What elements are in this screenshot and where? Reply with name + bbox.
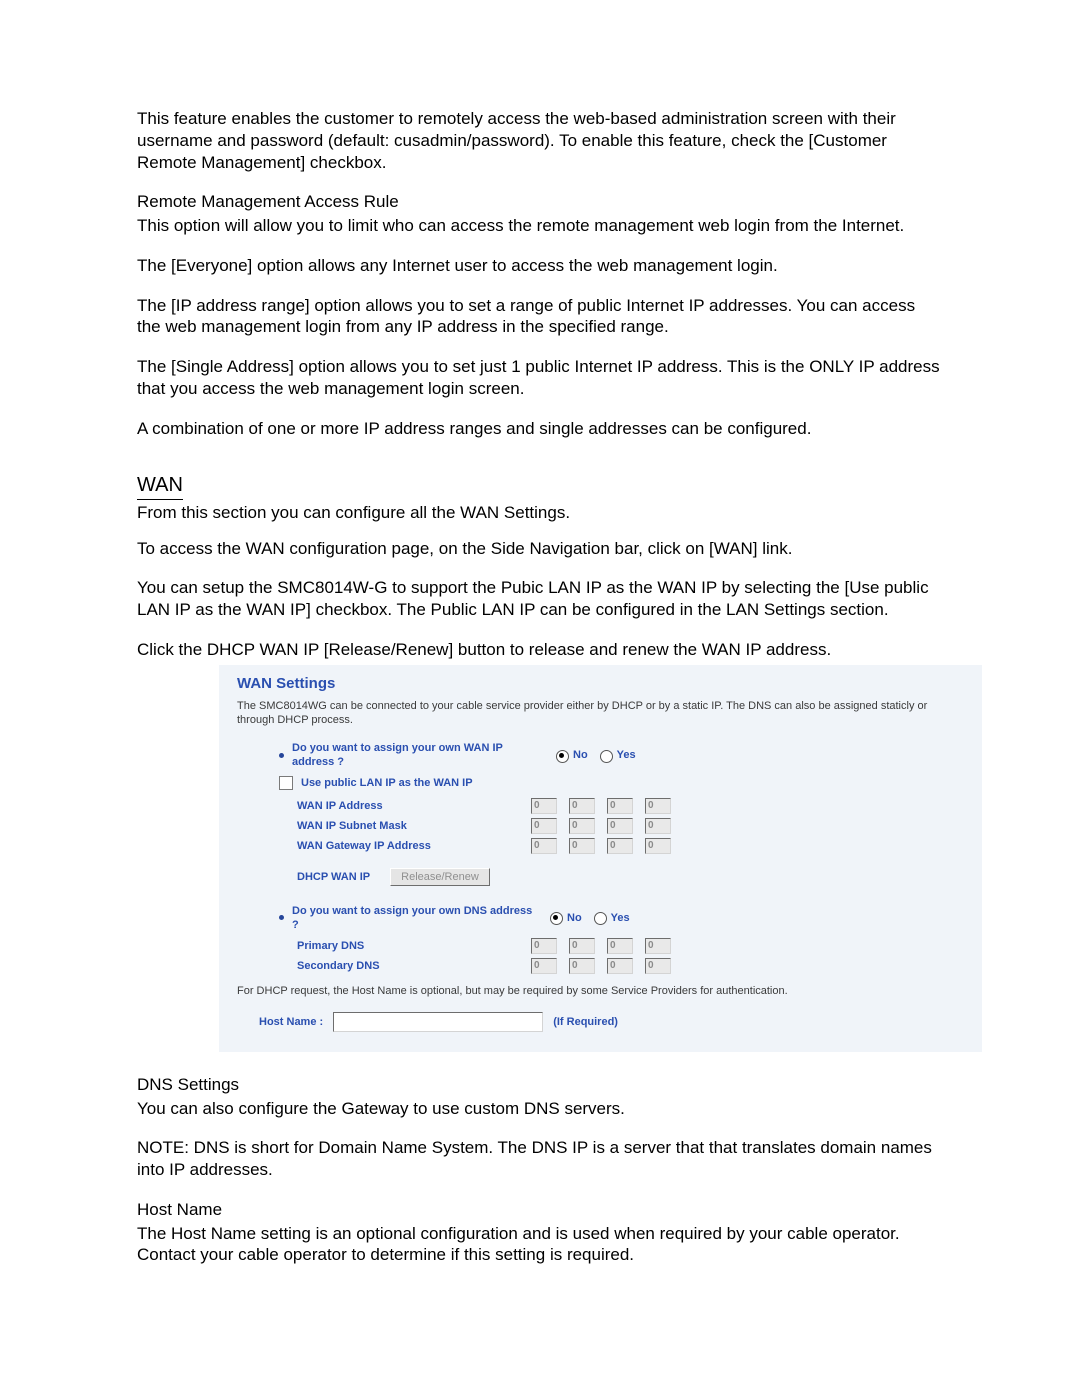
heading-remote-rule: Remote Management Access Rule [137,191,943,213]
radio-dns-no[interactable] [550,912,563,925]
wan-ip-octet-2[interactable]: 0 [569,798,595,814]
bullet-icon [279,915,284,920]
host-name-input[interactable] [333,1012,543,1032]
label-host-name: Host Name : [259,1015,323,1029]
question-assign-wan-ip: Do you want to assign your own WAN IP ad… [237,741,964,769]
label-wan-gateway: WAN Gateway IP Address [297,839,531,853]
sec-dns-octet-4[interactable]: 0 [645,958,671,974]
label-wan-subnet: WAN IP Subnet Mask [297,819,531,833]
pri-dns-octet-1[interactable]: 0 [531,938,557,954]
label-secondary-dns: Secondary DNS [297,959,531,973]
label-dhcp-wan-ip: DHCP WAN IP [297,870,370,884]
row-primary-dns: Primary DNS 0 0 0 0 [237,938,964,954]
row-use-public-lan: Use public LAN IP as the WAN IP [237,776,964,790]
wan-subnet-octet-1[interactable]: 0 [531,818,557,834]
panel-title: WAN Settings [237,674,964,693]
label-no: No [573,748,588,762]
label-if-required: (If Required) [553,1015,618,1029]
heading-host-name: Host Name [137,1199,943,1221]
pri-dns-octet-2[interactable]: 0 [569,938,595,954]
sec-dns-octet-2[interactable]: 0 [569,958,595,974]
radio-wan-no[interactable] [556,750,569,763]
paragraph-public-lan: You can setup the SMC8014W-G to support … [137,577,943,621]
row-wan-ip: WAN IP Address 0 0 0 0 [237,798,964,814]
paragraph-wan-nav: To access the WAN configuration page, on… [137,538,943,560]
radio-dns-yes[interactable] [594,912,607,925]
wan-subnet-octet-4[interactable]: 0 [645,818,671,834]
label-no: No [567,911,582,925]
label-yes: Yes [611,911,630,925]
row-dhcp-wan-ip: DHCP WAN IP Release/Renew [237,868,964,886]
label-yes: Yes [617,748,636,762]
row-wan-subnet: WAN IP Subnet Mask 0 0 0 0 [237,818,964,834]
wan-subnet-octet-3[interactable]: 0 [607,818,633,834]
release-renew-button[interactable]: Release/Renew [390,868,490,886]
page: This feature enables the customer to rem… [0,0,1080,1397]
row-secondary-dns: Secondary DNS 0 0 0 0 [237,958,964,974]
dhcp-hostname-note: For DHCP request, the Host Name is optio… [237,984,964,998]
row-host-name: Host Name : (If Required) [237,1012,964,1032]
paragraph-combination: A combination of one or more IP address … [137,418,943,440]
sec-dns-octet-1[interactable]: 0 [531,958,557,974]
paragraph-ip-range: The [IP address range] option allows you… [137,295,943,339]
wan-ip-octet-1[interactable]: 0 [531,798,557,814]
checkbox-use-public-lan[interactable] [279,776,293,790]
wan-ip-octet-4[interactable]: 0 [645,798,671,814]
question-dns-text: Do you want to assign your own DNS addre… [292,904,538,932]
paragraph-single-address: The [Single Address] option allows you t… [137,356,943,400]
label-use-public-lan: Use public LAN IP as the WAN IP [301,776,473,790]
row-wan-gateway: WAN Gateway IP Address 0 0 0 0 [237,838,964,854]
question-wan-text: Do you want to assign your own WAN IP ad… [292,741,544,769]
label-wan-ip: WAN IP Address [297,799,531,813]
wan-gw-octet-2[interactable]: 0 [569,838,595,854]
heading-dns-settings: DNS Settings [137,1074,943,1096]
wan-gw-octet-4[interactable]: 0 [645,838,671,854]
heading-wan: WAN [137,473,183,500]
paragraph-release-renew: Click the DHCP WAN IP [Release/Renew] bu… [137,639,943,661]
panel-description: The SMC8014WG can be connected to your c… [237,699,964,728]
pri-dns-octet-4[interactable]: 0 [645,938,671,954]
paragraph-dns-note: NOTE: DNS is short for Domain Name Syste… [137,1137,943,1181]
paragraph-remote-desc: This option will allow you to limit who … [137,215,943,237]
paragraph-intro: This feature enables the customer to rem… [137,108,943,173]
label-primary-dns: Primary DNS [297,939,531,953]
paragraph-wan-intro: From this section you can configure all … [137,502,943,524]
paragraph-everyone: The [Everyone] option allows any Interne… [137,255,943,277]
paragraph-host-desc: The Host Name setting is an optional con… [137,1223,943,1267]
pri-dns-octet-3[interactable]: 0 [607,938,633,954]
wan-settings-panel: WAN Settings The SMC8014WG can be connec… [219,665,982,1052]
wan-gw-octet-3[interactable]: 0 [607,838,633,854]
paragraph-dns-desc: You can also configure the Gateway to us… [137,1098,943,1120]
question-assign-dns: Do you want to assign your own DNS addre… [237,904,964,932]
sec-dns-octet-3[interactable]: 0 [607,958,633,974]
wan-subnet-octet-2[interactable]: 0 [569,818,595,834]
radio-wan-yes[interactable] [600,750,613,763]
wan-ip-octet-3[interactable]: 0 [607,798,633,814]
wan-gw-octet-1[interactable]: 0 [531,838,557,854]
bullet-icon [279,753,284,758]
